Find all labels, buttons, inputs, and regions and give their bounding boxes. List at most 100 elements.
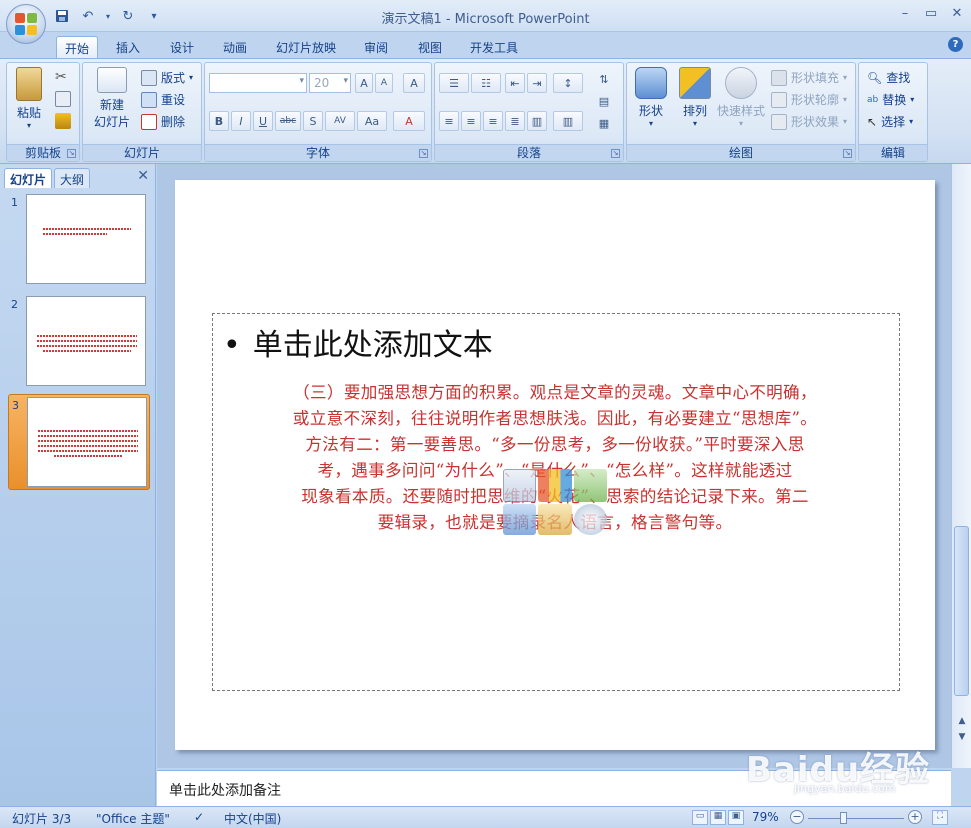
font-size-combo[interactable]: 20 ▾ xyxy=(309,73,351,93)
close-pane-icon[interactable]: ✕ xyxy=(137,168,149,184)
normal-view-icon[interactable]: ▭ xyxy=(692,810,708,825)
select-button[interactable]: ↖ 选择 ▾ xyxy=(867,113,913,130)
next-slide-icon[interactable]: ▼ xyxy=(955,732,969,746)
tab-view[interactable]: 视图 xyxy=(410,36,450,58)
zoom-out-icon[interactable]: − xyxy=(790,810,804,824)
tab-review[interactable]: 审阅 xyxy=(356,36,396,58)
increase-indent-button[interactable]: ⇥ xyxy=(527,73,547,93)
reset-button[interactable]: 重设 xyxy=(141,91,185,108)
format-painter-button[interactable] xyxy=(55,113,71,129)
arrange-button[interactable]: 排列 ▾ xyxy=(675,67,715,128)
maximize-icon[interactable]: ▭ xyxy=(923,6,939,22)
shrink-font-button[interactable]: A xyxy=(375,73,393,93)
bold-button[interactable]: B xyxy=(209,111,229,131)
italic-button[interactable]: I xyxy=(231,111,251,131)
font-launcher-icon[interactable]: ↘ xyxy=(419,149,428,158)
bullets-button[interactable]: ☰ xyxy=(439,73,469,93)
close-icon[interactable]: ✕ xyxy=(949,6,965,22)
pane-tab-outline[interactable]: 大纲 xyxy=(54,168,91,188)
undo-dropdown-icon[interactable]: ▾ xyxy=(104,7,112,25)
insert-table-icon[interactable] xyxy=(503,469,537,502)
decrease-indent-button[interactable]: ⇤ xyxy=(505,73,525,93)
pane-tab-slides[interactable]: 幻灯片 xyxy=(4,168,53,188)
insert-clipart-icon[interactable] xyxy=(538,504,572,535)
font-name-combo[interactable]: ▾ xyxy=(209,73,307,93)
strikethrough-button[interactable]: abc xyxy=(275,111,301,131)
minimize-icon[interactable]: – xyxy=(897,6,913,22)
copy-button[interactable] xyxy=(55,91,71,107)
justify-button[interactable]: ≣ xyxy=(505,111,525,131)
tab-home[interactable]: 开始 xyxy=(56,36,99,58)
previous-slide-icon[interactable]: ▲ xyxy=(955,716,969,730)
smartart-button[interactable]: ▦ xyxy=(589,113,619,133)
character-spacing-button[interactable]: AV xyxy=(325,111,355,131)
zoom-slider-thumb[interactable] xyxy=(840,812,847,824)
font-size-dropdown-icon: ▾ xyxy=(343,76,348,86)
replace-button[interactable]: ab 替换 ▾ xyxy=(867,91,914,108)
language: 中文(中国) xyxy=(224,812,282,826)
line-spacing-button[interactable]: ↕ xyxy=(553,73,583,93)
cut-button[interactable]: ✂ xyxy=(55,69,67,85)
align-left-button[interactable]: ≡ xyxy=(439,111,459,131)
vertical-scrollbar[interactable]: ▲ ▼ xyxy=(951,164,971,768)
change-case-button[interactable]: Aa xyxy=(357,111,387,131)
zoom-level[interactable]: 79% xyxy=(752,810,779,824)
shape-fill-button[interactable]: 形状填充 ▾ xyxy=(771,69,847,86)
spell-check-icon[interactable]: ✓ xyxy=(194,810,204,824)
find-button[interactable]: 🔍︎ 查找 xyxy=(867,69,910,86)
help-icon[interactable]: ? xyxy=(948,37,963,52)
tab-insert[interactable]: 插入 xyxy=(108,36,148,58)
customize-qat-icon[interactable]: ▾ xyxy=(144,7,164,25)
slide-thumbnail-3[interactable]: 3 xyxy=(8,394,150,490)
align-center-button[interactable]: ≡ xyxy=(461,111,481,131)
delete-slide-button[interactable]: 删除 xyxy=(141,113,185,130)
tab-design[interactable]: 设计 xyxy=(162,36,202,58)
zoom-slider[interactable] xyxy=(808,818,904,819)
paste-button[interactable]: 粘贴 ▾ xyxy=(11,67,47,130)
shapes-button[interactable]: 形状 ▾ xyxy=(631,67,671,128)
paragraph-launcher-icon[interactable]: ↘ xyxy=(611,149,620,158)
slide-thumbnail-2[interactable]: 2 xyxy=(8,294,150,390)
scrollbar-thumb[interactable] xyxy=(954,526,969,696)
clipboard-launcher-icon[interactable]: ↘ xyxy=(67,149,76,158)
bullet-text[interactable]: • 单击此处添加文本 xyxy=(223,320,493,364)
clear-format-button[interactable]: A xyxy=(403,73,425,93)
underline-button[interactable]: U xyxy=(253,111,273,131)
content-placeholder[interactable]: • 单击此处添加文本 （三）要加强思想方面的积累。观点是文章的灵魂。文章中心不明确… xyxy=(212,313,900,691)
insert-media-icon[interactable] xyxy=(573,504,607,535)
layout-button[interactable]: 版式 ▾ xyxy=(141,69,193,86)
tab-developer[interactable]: 开发工具 xyxy=(462,36,526,58)
columns-button[interactable]: ▥ xyxy=(553,111,583,131)
fit-to-window-icon[interactable]: ⛶ xyxy=(932,810,948,825)
slide-sorter-icon[interactable]: ▦ xyxy=(710,810,726,825)
redo-icon[interactable]: ↻ xyxy=(118,7,138,25)
insert-chart-icon[interactable] xyxy=(538,469,572,502)
align-right-button[interactable]: ≡ xyxy=(483,111,503,131)
shape-outline-button[interactable]: 形状轮廓 ▾ xyxy=(771,91,847,108)
slide-canvas[interactable]: • 单击此处添加文本 （三）要加强思想方面的积累。观点是文章的灵魂。文章中心不明确… xyxy=(175,180,935,750)
insert-smartart-icon[interactable] xyxy=(573,469,607,502)
shape-effects-button[interactable]: 形状效果 ▾ xyxy=(771,113,847,130)
new-slide-button[interactable]: 新建 幻灯片 xyxy=(87,67,137,130)
drawing-launcher-icon[interactable]: ↘ xyxy=(843,149,852,158)
office-button[interactable] xyxy=(6,4,46,44)
tab-slideshow[interactable]: 幻灯片放映 xyxy=(268,36,344,58)
font-color-button[interactable]: A xyxy=(393,111,425,131)
zoom-in-icon[interactable]: + xyxy=(908,810,922,824)
tab-animations[interactable]: 动画 xyxy=(215,36,255,58)
numbering-button[interactable]: ☷ xyxy=(471,73,501,93)
align-text-button[interactable]: ▤ xyxy=(589,91,619,111)
slide-count: 幻灯片 3/3 xyxy=(12,812,72,826)
slide-thumbnail-1[interactable]: 1 xyxy=(8,192,150,288)
align-right-icon: ≡ xyxy=(488,114,498,128)
shadow-button[interactable]: S xyxy=(303,111,323,131)
grow-font-button[interactable]: A xyxy=(355,73,373,93)
insert-picture-icon[interactable] xyxy=(503,504,537,535)
slideshow-view-icon[interactable]: ▣ xyxy=(728,810,744,825)
undo-icon[interactable]: ↶ xyxy=(78,7,98,25)
distributed-button[interactable]: ▥ xyxy=(527,111,547,131)
shapes-icon xyxy=(635,67,667,99)
save-icon[interactable] xyxy=(52,7,72,25)
text-direction-button[interactable]: ⇅ xyxy=(589,69,619,89)
quick-styles-button[interactable]: 快速样式 ▾ xyxy=(715,67,767,128)
